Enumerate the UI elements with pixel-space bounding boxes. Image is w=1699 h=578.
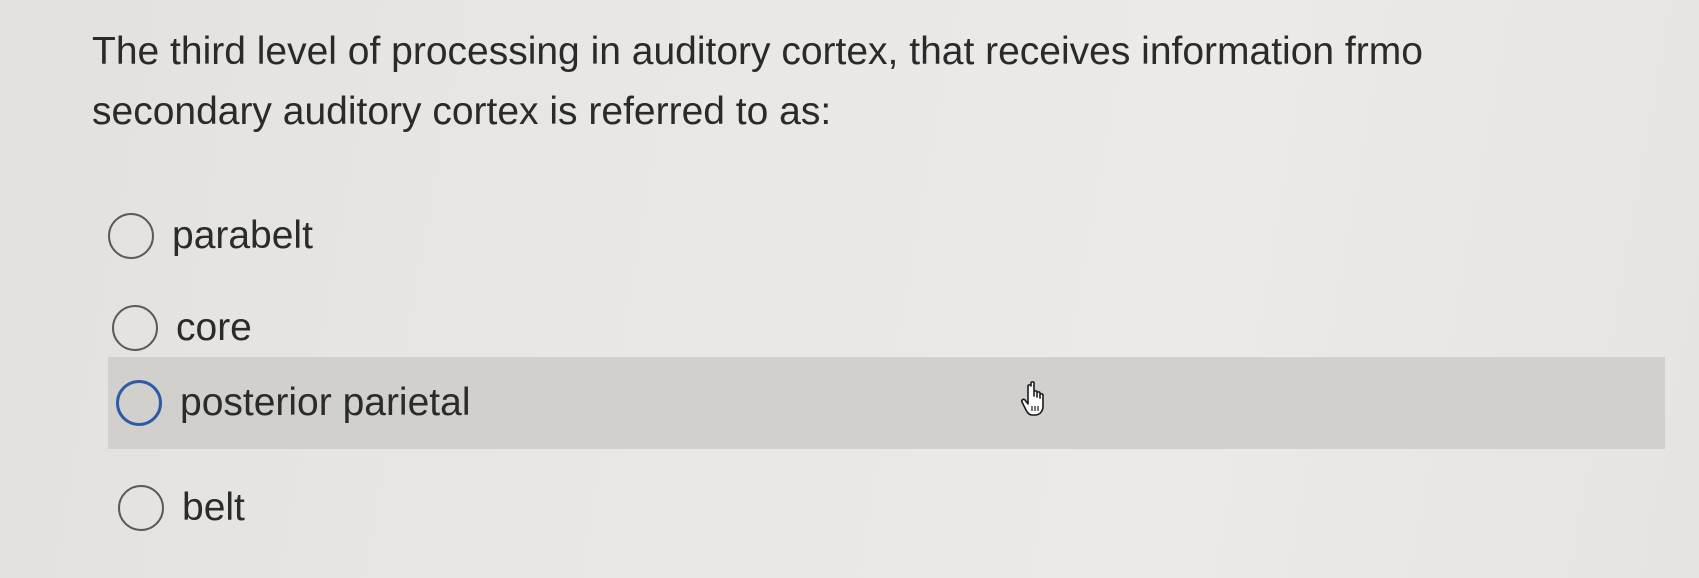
hand-pointer-icon: [1020, 381, 1044, 416]
option-parabelt[interactable]: parabelt: [108, 213, 313, 259]
option-belt[interactable]: belt: [118, 485, 245, 531]
radio-button[interactable]: [112, 305, 158, 351]
option-core[interactable]: core: [112, 305, 252, 351]
option-label: posterior parietal: [180, 381, 471, 424]
option-label: belt: [182, 486, 245, 529]
radio-button[interactable]: [108, 213, 154, 259]
answer-options: parabelt core posterior parietal belt: [0, 0, 1699, 578]
radio-button[interactable]: [116, 380, 162, 426]
option-label: parabelt: [172, 214, 313, 257]
option-label: core: [176, 306, 252, 349]
radio-button[interactable]: [118, 485, 164, 531]
option-posterior-parietal[interactable]: posterior parietal: [108, 357, 1665, 449]
